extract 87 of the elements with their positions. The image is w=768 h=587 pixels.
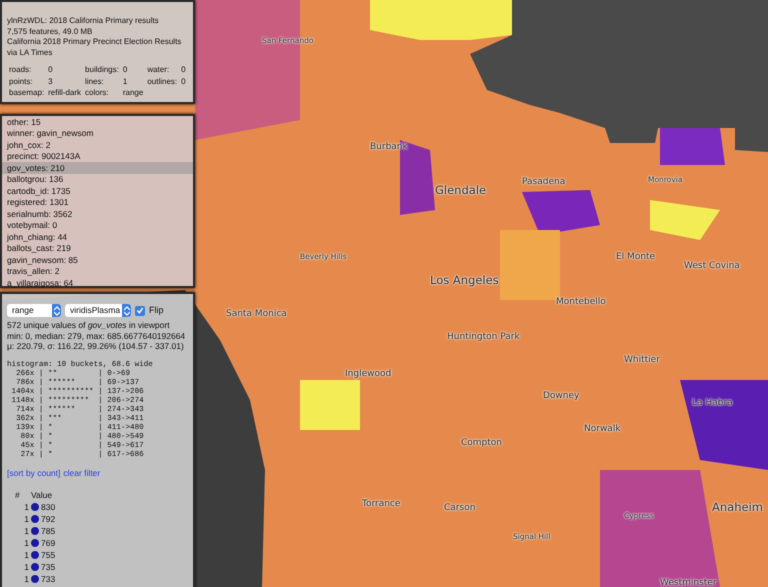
- city-label: El Monte: [616, 252, 656, 262]
- color-dot-icon: [31, 575, 39, 584]
- filter-link[interactable]: [sort by count]: [7, 468, 60, 478]
- value-cell: 769: [41, 538, 56, 548]
- stat-label: colors:: [85, 88, 110, 98]
- city-label: Glendale: [435, 183, 486, 197]
- color-dot-icon: [31, 551, 39, 560]
- stat-value: 0: [181, 76, 186, 87]
- stat-label: roads:: [9, 65, 32, 76]
- property-row[interactable]: ballots_cast: 219: [2, 242, 193, 254]
- city-label: Norwalk: [584, 424, 621, 434]
- stat-value: range: [122, 88, 144, 98]
- color-dot-icon: [31, 503, 39, 512]
- stat-value: 1: [122, 76, 128, 87]
- filter-link[interactable]: clear filter: [63, 468, 100, 478]
- value-cell: 792: [41, 514, 56, 524]
- stat-value: 0: [48, 65, 54, 76]
- city-label: Compton: [461, 438, 502, 448]
- value-cell: 755: [41, 550, 56, 560]
- property-row[interactable]: ballotgrou: 136: [2, 174, 193, 185]
- city-label: Los Angeles: [430, 273, 499, 287]
- dataset-title: ylnRzWDL: 2018 California Primary results: [7, 16, 160, 26]
- city-label: Santa Monica: [226, 309, 287, 319]
- property-row[interactable]: john_cox: 2: [2, 139, 193, 150]
- city-label: Westminster: [660, 578, 717, 587]
- property-row[interactable]: cartodb_id: 1735: [2, 185, 193, 196]
- count-cell-text: 1: [23, 574, 30, 584]
- stat-value: 0: [122, 65, 128, 76]
- property-row[interactable]: votebymail: 0: [2, 220, 193, 231]
- stats-text: μ: 220.79, σ: 116.22, 99.26% (104.57 - 337.01): [7, 341, 185, 352]
- color-dot-icon: [31, 527, 39, 536]
- city-label: Downey: [543, 391, 580, 401]
- palette-select[interactable]: viridisPlasma: [65, 304, 131, 317]
- flip-checkbox[interactable]: [135, 306, 145, 316]
- stat-value: refill-dark: [48, 88, 82, 98]
- property-row[interactable]: john_chiang: 44: [2, 231, 193, 242]
- city-label: Montebello: [556, 297, 606, 307]
- city-label: Torrance: [362, 499, 400, 509]
- property-row[interactable]: other: 15: [2, 116, 193, 128]
- city-label: West Covina: [684, 261, 740, 271]
- count-cell-text: 1: [23, 514, 30, 524]
- stat-label: basemap:: [9, 88, 44, 98]
- city-label: Pasadena: [522, 177, 566, 187]
- stat-label: water:: [147, 65, 170, 76]
- column-header: Value: [31, 490, 54, 500]
- count-cell-text: 1: [23, 526, 30, 536]
- property-row[interactable]: winner: gavin_newsom: [2, 128, 193, 139]
- stats-text: min: 0, median: 279, max: 685.6677640192664: [7, 330, 186, 341]
- value-cell: 785: [41, 526, 56, 536]
- city-label: Carson: [444, 503, 476, 513]
- mode-select[interactable]: range: [7, 304, 61, 317]
- color-dot-icon: [31, 539, 39, 548]
- city-label: Anaheim: [712, 500, 763, 514]
- stat-label: outlines:: [147, 76, 178, 87]
- value-cell: 735: [41, 562, 56, 572]
- count-cell-text: 1: [23, 538, 30, 548]
- flip-label: Flip: [149, 305, 164, 316]
- stat-value: 3: [48, 76, 54, 87]
- dataset-summary: 7,575 features, 49.0 MB: [7, 26, 94, 37]
- property-row[interactable]: a_villaraigosa: 64: [2, 277, 193, 288]
- stat-value: 0: [181, 65, 186, 76]
- summary-text: 572 unique values of gov_votes in viewport: [7, 320, 171, 330]
- city-label: Huntington Park: [447, 332, 520, 342]
- property-row[interactable]: precinct: 9002143A: [2, 150, 193, 162]
- city-label: Whittier: [624, 355, 660, 365]
- city-label: Burbank: [370, 142, 408, 152]
- updown-icon: [122, 304, 131, 317]
- column-header: #: [15, 490, 21, 500]
- property-row[interactable]: gov_votes: 210: [2, 162, 193, 174]
- city-label: Inglewood: [345, 369, 392, 379]
- color-dot-icon: [31, 515, 39, 524]
- value-cell: 733: [41, 574, 56, 584]
- color-dot-icon: [31, 563, 39, 572]
- stat-label: lines:: [85, 76, 105, 87]
- property-row[interactable]: serialnumb: 3562: [2, 208, 193, 220]
- city-label: La Habra: [692, 398, 733, 408]
- dataset-description: California 2018 Primary Precinct Election Results via LA Times: [7, 37, 182, 58]
- updown-icon: [52, 304, 61, 317]
- count-cell-text: 1: [23, 562, 30, 572]
- count-cell-text: 1: [23, 502, 30, 512]
- property-row[interactable]: registered: 1301: [2, 196, 193, 208]
- count-cell-text: 1: [23, 550, 30, 560]
- stat-label: buildings:: [85, 65, 119, 76]
- property-row[interactable]: travis_allen: 2: [2, 266, 193, 277]
- stat-label: points:: [9, 76, 34, 87]
- property-row[interactable]: gavin_newsom: 85: [2, 254, 193, 266]
- value-cell: 830: [41, 502, 56, 512]
